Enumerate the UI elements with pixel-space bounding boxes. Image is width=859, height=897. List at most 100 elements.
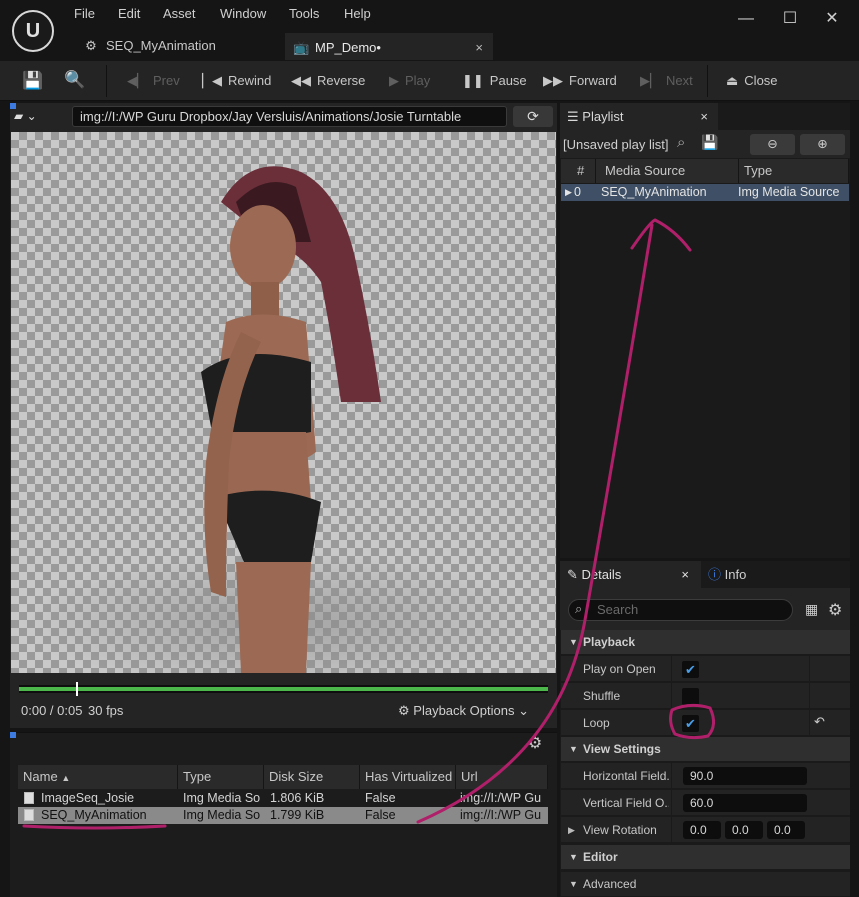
file-icon — [24, 809, 34, 821]
play-button[interactable]: ▶ Play — [389, 69, 430, 93]
rotation-x-field[interactable]: 0.0 — [683, 821, 721, 839]
window-close-button[interactable]: ✕ — [820, 8, 844, 30]
open-folder-button[interactable]: ▰ ⌄ — [14, 106, 60, 126]
maximize-button[interactable]: ☐ — [778, 8, 802, 30]
pause-label: Pause — [489, 73, 527, 88]
rotation-y-field[interactable]: 0.0 — [725, 821, 763, 839]
divider — [671, 656, 672, 682]
gear-icon[interactable]: ⚙ — [828, 600, 842, 620]
column-header-index[interactable]: # — [561, 159, 596, 183]
divider — [809, 683, 810, 709]
tab-mp-demo[interactable]: 📺 MP_Demo• × — [285, 33, 493, 60]
timeline-buffered-bar — [19, 687, 548, 691]
gear-icon[interactable]: ⚙ — [525, 733, 545, 753]
playback-options-button[interactable]: ⚙ Playback Options ⌄ — [398, 703, 529, 719]
tab-seq-myanimation[interactable]: ⚙ SEQ_MyAnimation — [76, 33, 282, 60]
playlist-prev-button[interactable]: ⊖ — [750, 134, 795, 155]
reset-to-default-icon[interactable]: ↶ — [814, 714, 825, 730]
tab-close-icon[interactable]: × — [475, 35, 483, 60]
toolbar-divider — [707, 65, 708, 97]
expand-arrow-icon[interactable]: ▶ — [568, 817, 575, 843]
close-label: Close — [744, 73, 778, 88]
vertical-fov-field[interactable]: 60.0 — [683, 794, 807, 812]
table-row-selected[interactable]: SEQ_MyAnimation Img Media So 1.799 KiB F… — [18, 807, 548, 824]
menu-file[interactable]: File — [74, 6, 95, 24]
menu-help[interactable]: Help — [344, 6, 371, 24]
rewind-button[interactable]: ▏◀ Rewind — [202, 69, 271, 93]
property-shuffle: Shuffle — [561, 683, 850, 709]
tab-label: SEQ_MyAnimation — [106, 38, 216, 53]
playlist-row[interactable]: ▶ 0 SEQ_MyAnimation Img Media Source — [561, 184, 849, 201]
tab-playlist[interactable]: ☰ Playlist × — [560, 103, 718, 130]
reverse-button[interactable]: ◀◀ Reverse — [291, 69, 365, 93]
tab-info[interactable]: ⓘ Info — [708, 561, 788, 588]
details-search-input[interactable]: Search — [568, 599, 793, 621]
arrow-left-icon: ⊖ — [767, 137, 778, 151]
expand-arrow-icon[interactable]: ▶ — [565, 184, 572, 201]
category-advanced[interactable]: ▼ Advanced — [561, 872, 850, 896]
collapse-arrow-icon: ▼ — [569, 879, 578, 889]
column-header-disk-size[interactable]: Disk Size — [264, 765, 360, 789]
save-playlist-icon[interactable]: 💾 — [701, 134, 718, 151]
property-label: Loop — [583, 716, 610, 730]
divider — [671, 817, 672, 843]
column-header-type[interactable]: Type — [178, 765, 264, 789]
media-url-input[interactable]: img://I:/WP Guru Dropbox/Jay Versluis/An… — [72, 106, 507, 127]
timeline-scrubber[interactable] — [76, 682, 78, 696]
playback-options-label: Playback Options — [413, 703, 515, 718]
property-label: Play on Open — [583, 662, 656, 676]
search-icon[interactable]: ⌕ — [677, 134, 685, 151]
pause-button[interactable]: ❚❚ Pause — [462, 69, 527, 93]
horizontal-fov-field[interactable]: 90.0 — [683, 767, 807, 785]
category-editor[interactable]: ▼ Editor — [561, 845, 850, 869]
eject-icon: ⏏ — [726, 73, 739, 88]
column-header-url[interactable]: Url — [456, 765, 548, 789]
info-tab-label: Info — [724, 567, 747, 582]
prev-button[interactable]: ◀▏ Prev — [127, 69, 180, 93]
playlist-next-button[interactable]: ⊕ — [800, 134, 845, 155]
playlist-tab-label: Playlist — [582, 109, 624, 124]
table-view-icon[interactable]: ▦ — [805, 601, 818, 618]
chevron-down-icon: ⌄ — [26, 109, 37, 123]
category-view-settings[interactable]: ▼ View Settings — [561, 737, 850, 761]
details-close-icon[interactable]: × — [681, 561, 689, 588]
column-header-virtualized[interactable]: Has Virtualized — [360, 765, 456, 789]
column-header-media-source[interactable]: Media Source — [596, 159, 739, 183]
table-row[interactable]: ImageSeq_Josie Img Media So 1.806 KiB Fa… — [18, 790, 548, 807]
tab-label: MP_Demo• — [315, 40, 381, 55]
unreal-logo-icon[interactable]: U — [12, 10, 54, 52]
menu-asset[interactable]: Asset — [163, 6, 196, 24]
column-header-type[interactable]: Type — [739, 159, 849, 183]
minimize-button[interactable]: — — [734, 8, 758, 30]
menu-tools[interactable]: Tools — [289, 6, 319, 24]
shuffle-checkbox[interactable] — [682, 688, 699, 705]
column-header-name[interactable]: Name ▲ — [18, 765, 178, 789]
forward-button[interactable]: ▶▶ Forward — [543, 69, 617, 93]
browse-asset-icon[interactable]: 🔍 — [64, 70, 85, 90]
property-label: View Rotation — [583, 823, 657, 837]
play-on-open-checkbox[interactable]: ✔ — [682, 661, 699, 678]
menu-window[interactable]: Window — [220, 6, 266, 24]
save-icon[interactable]: 💾 — [22, 71, 43, 91]
row-name: ImageSeq_Josie — [41, 791, 135, 805]
rotation-z-field[interactable]: 0.0 — [767, 821, 805, 839]
playlist-close-icon[interactable]: × — [700, 103, 708, 130]
loop-checkbox[interactable]: ✔ — [682, 715, 699, 732]
column-label: Name — [23, 769, 58, 784]
panel-corner-marker — [10, 732, 16, 738]
property-horizontal-fov: Horizontal Field... 90.0 — [561, 763, 850, 789]
menu-edit[interactable]: Edit — [118, 6, 140, 24]
refresh-button[interactable]: ⟳ — [513, 106, 553, 127]
close-media-button[interactable]: ⏏ Close — [726, 69, 778, 93]
divider — [671, 763, 672, 789]
category-playback[interactable]: ▼ Playback — [561, 630, 850, 654]
media-preview-canvas[interactable] — [11, 132, 556, 673]
rewind-label: Rewind — [228, 73, 272, 88]
row-name: SEQ_MyAnimation — [41, 808, 147, 822]
tab-details[interactable]: ✎ Details × — [560, 561, 701, 588]
next-button[interactable]: ▶▏ Next — [640, 69, 693, 93]
divider — [809, 656, 810, 682]
media-player-icon: 📺 — [293, 40, 310, 55]
forward-label: Forward — [569, 73, 617, 88]
character-render — [21, 166, 541, 673]
